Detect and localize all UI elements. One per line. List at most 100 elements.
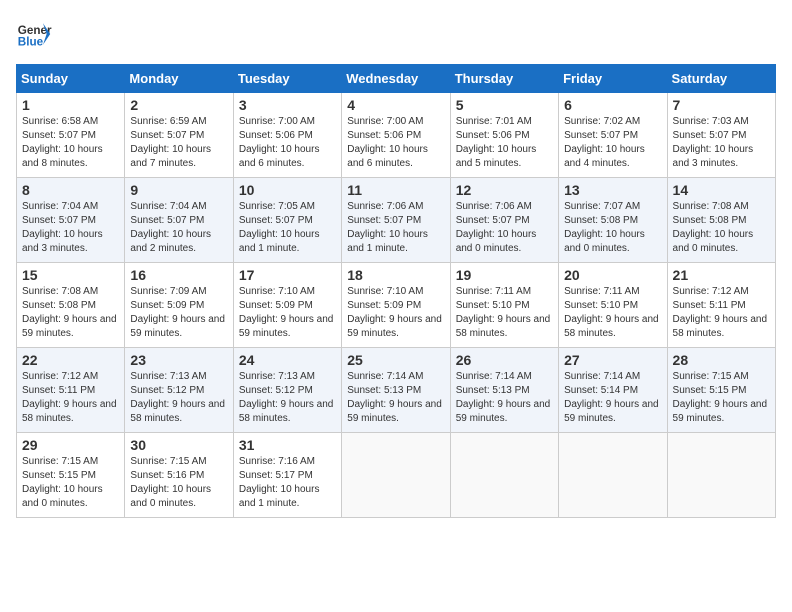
- calendar-day-cell: 2 Sunrise: 6:59 AMSunset: 5:07 PMDaylight…: [125, 93, 233, 178]
- calendar-day-cell: 16Sunrise: 7:09 AMSunset: 5:09 PMDayligh…: [125, 263, 233, 348]
- calendar-day-cell: [667, 433, 775, 518]
- day-info: Sunrise: 7:03 AMSunset: 5:07 PMDaylight:…: [673, 115, 770, 171]
- day-info: Sunrise: 7:08 AMSunset: 5:08 PMDaylight:…: [22, 285, 119, 341]
- calendar-table: SundayMondayTuesdayWednesdayThursdayFrid…: [16, 64, 776, 518]
- calendar-body: 1 Sunrise: 6:58 AMSunset: 5:07 PMDaylight…: [17, 93, 776, 518]
- calendar-day-cell: 6 Sunrise: 7:02 AMSunset: 5:07 PMDaylight…: [559, 93, 667, 178]
- calendar-day-cell: [559, 433, 667, 518]
- day-number: 4: [347, 97, 444, 113]
- calendar-week-row: 15 Sunrise: 7:08 AMSunset: 5:08 PMDayligh…: [17, 263, 776, 348]
- svg-text:Blue: Blue: [18, 36, 44, 49]
- day-number: 8: [22, 182, 119, 198]
- page-header: General Blue: [16, 16, 776, 52]
- day-number: 24: [239, 352, 336, 368]
- calendar-day-cell: 21Sunrise: 7:12 AMSunset: 5:11 PMDayligh…: [667, 263, 775, 348]
- calendar-day-cell: 14Sunrise: 7:08 AMSunset: 5:08 PMDayligh…: [667, 178, 775, 263]
- day-number: 28: [673, 352, 770, 368]
- day-number: 31: [239, 437, 336, 453]
- day-info: Sunrise: 7:12 AMSunset: 5:11 PMDaylight:…: [673, 285, 770, 341]
- day-info: Sunrise: 7:05 AMSunset: 5:07 PMDaylight:…: [239, 200, 336, 256]
- weekday-header: Friday: [559, 65, 667, 93]
- day-number: 10: [239, 182, 336, 198]
- day-number: 6: [564, 97, 661, 113]
- logo: General Blue: [16, 16, 52, 52]
- calendar-day-cell: 3 Sunrise: 7:00 AMSunset: 5:06 PMDaylight…: [233, 93, 341, 178]
- calendar-day-cell: 13Sunrise: 7:07 AMSunset: 5:08 PMDayligh…: [559, 178, 667, 263]
- day-number: 9: [130, 182, 227, 198]
- calendar-day-cell: 4 Sunrise: 7:00 AMSunset: 5:06 PMDaylight…: [342, 93, 450, 178]
- logo-icon: General Blue: [16, 16, 52, 52]
- day-info: Sunrise: 7:00 AMSunset: 5:06 PMDaylight:…: [347, 115, 444, 171]
- day-number: 19: [456, 267, 553, 283]
- day-info: Sunrise: 7:10 AMSunset: 5:09 PMDaylight:…: [239, 285, 336, 341]
- day-number: 5: [456, 97, 553, 113]
- weekday-header: Sunday: [17, 65, 125, 93]
- day-info: Sunrise: 7:01 AMSunset: 5:06 PMDaylight:…: [456, 115, 553, 171]
- calendar-day-cell: 10 Sunrise: 7:05 AMSunset: 5:07 PMDayligh…: [233, 178, 341, 263]
- calendar-day-cell: 27Sunrise: 7:14 AMSunset: 5:14 PMDayligh…: [559, 348, 667, 433]
- calendar-day-cell: 23Sunrise: 7:13 AMSunset: 5:12 PMDayligh…: [125, 348, 233, 433]
- day-info: Sunrise: 7:14 AMSunset: 5:13 PMDaylight:…: [347, 370, 444, 426]
- day-info: Sunrise: 7:06 AMSunset: 5:07 PMDaylight:…: [347, 200, 444, 256]
- day-number: 30: [130, 437, 227, 453]
- calendar-day-cell: [450, 433, 558, 518]
- day-number: 20: [564, 267, 661, 283]
- calendar-day-cell: 5 Sunrise: 7:01 AMSunset: 5:06 PMDaylight…: [450, 93, 558, 178]
- day-info: Sunrise: 7:06 AMSunset: 5:07 PMDaylight:…: [456, 200, 553, 256]
- day-number: 22: [22, 352, 119, 368]
- day-info: Sunrise: 7:04 AMSunset: 5:07 PMDaylight:…: [22, 200, 119, 256]
- day-number: 18: [347, 267, 444, 283]
- calendar-week-row: 22 Sunrise: 7:12 AMSunset: 5:11 PMDayligh…: [17, 348, 776, 433]
- day-info: Sunrise: 7:09 AMSunset: 5:09 PMDaylight:…: [130, 285, 227, 341]
- calendar-day-cell: 9 Sunrise: 7:04 AMSunset: 5:07 PMDaylight…: [125, 178, 233, 263]
- day-number: 15: [22, 267, 119, 283]
- calendar-day-cell: 12 Sunrise: 7:06 AMSunset: 5:07 PMDayligh…: [450, 178, 558, 263]
- day-info: Sunrise: 6:59 AMSunset: 5:07 PMDaylight:…: [130, 115, 227, 171]
- day-info: Sunrise: 7:10 AMSunset: 5:09 PMDaylight:…: [347, 285, 444, 341]
- day-info: Sunrise: 7:02 AMSunset: 5:07 PMDaylight:…: [564, 115, 661, 171]
- day-number: 7: [673, 97, 770, 113]
- weekday-header: Tuesday: [233, 65, 341, 93]
- day-info: Sunrise: 7:15 AMSunset: 5:15 PMDaylight:…: [673, 370, 770, 426]
- calendar-day-cell: 28 Sunrise: 7:15 AMSunset: 5:15 PMDayligh…: [667, 348, 775, 433]
- calendar-day-cell: 25Sunrise: 7:14 AMSunset: 5:13 PMDayligh…: [342, 348, 450, 433]
- day-info: Sunrise: 7:12 AMSunset: 5:11 PMDaylight:…: [22, 370, 119, 426]
- day-info: Sunrise: 7:13 AMSunset: 5:12 PMDaylight:…: [130, 370, 227, 426]
- day-number: 17: [239, 267, 336, 283]
- calendar-day-cell: 1 Sunrise: 6:58 AMSunset: 5:07 PMDaylight…: [17, 93, 125, 178]
- day-info: Sunrise: 7:15 AMSunset: 5:16 PMDaylight:…: [130, 455, 227, 511]
- calendar-week-row: 1 Sunrise: 6:58 AMSunset: 5:07 PMDaylight…: [17, 93, 776, 178]
- day-info: Sunrise: 7:13 AMSunset: 5:12 PMDaylight:…: [239, 370, 336, 426]
- calendar-day-cell: 30 Sunrise: 7:15 AMSunset: 5:16 PMDayligh…: [125, 433, 233, 518]
- calendar-day-cell: 18 Sunrise: 7:10 AMSunset: 5:09 PMDayligh…: [342, 263, 450, 348]
- calendar-day-cell: 15 Sunrise: 7:08 AMSunset: 5:08 PMDayligh…: [17, 263, 125, 348]
- day-info: Sunrise: 6:58 AMSunset: 5:07 PMDaylight:…: [22, 115, 119, 171]
- day-number: 1: [22, 97, 119, 113]
- calendar-day-cell: 8 Sunrise: 7:04 AMSunset: 5:07 PMDaylight…: [17, 178, 125, 263]
- day-info: Sunrise: 7:16 AMSunset: 5:17 PMDaylight:…: [239, 455, 336, 511]
- calendar-day-cell: 17 Sunrise: 7:10 AMSunset: 5:09 PMDayligh…: [233, 263, 341, 348]
- day-number: 12: [456, 182, 553, 198]
- day-number: 2: [130, 97, 227, 113]
- day-number: 27: [564, 352, 661, 368]
- day-number: 14: [673, 182, 770, 198]
- calendar-day-cell: 26 Sunrise: 7:14 AMSunset: 5:13 PMDayligh…: [450, 348, 558, 433]
- day-number: 3: [239, 97, 336, 113]
- day-info: Sunrise: 7:14 AMSunset: 5:13 PMDaylight:…: [456, 370, 553, 426]
- calendar-day-cell: 24 Sunrise: 7:13 AMSunset: 5:12 PMDayligh…: [233, 348, 341, 433]
- calendar-day-cell: [342, 433, 450, 518]
- day-number: 11: [347, 182, 444, 198]
- day-info: Sunrise: 7:15 AMSunset: 5:15 PMDaylight:…: [22, 455, 119, 511]
- day-number: 26: [456, 352, 553, 368]
- day-info: Sunrise: 7:00 AMSunset: 5:06 PMDaylight:…: [239, 115, 336, 171]
- calendar-day-cell: 11 Sunrise: 7:06 AMSunset: 5:07 PMDayligh…: [342, 178, 450, 263]
- day-info: Sunrise: 7:11 AMSunset: 5:10 PMDaylight:…: [564, 285, 661, 341]
- weekday-header: Saturday: [667, 65, 775, 93]
- day-info: Sunrise: 7:07 AMSunset: 5:08 PMDaylight:…: [564, 200, 661, 256]
- day-info: Sunrise: 7:04 AMSunset: 5:07 PMDaylight:…: [130, 200, 227, 256]
- calendar-day-cell: 29Sunrise: 7:15 AMSunset: 5:15 PMDayligh…: [17, 433, 125, 518]
- weekday-header: Wednesday: [342, 65, 450, 93]
- calendar-day-cell: 31 Sunrise: 7:16 AMSunset: 5:17 PMDayligh…: [233, 433, 341, 518]
- calendar-day-cell: 20 Sunrise: 7:11 AMSunset: 5:10 PMDayligh…: [559, 263, 667, 348]
- calendar-day-cell: 7 Sunrise: 7:03 AMSunset: 5:07 PMDaylight…: [667, 93, 775, 178]
